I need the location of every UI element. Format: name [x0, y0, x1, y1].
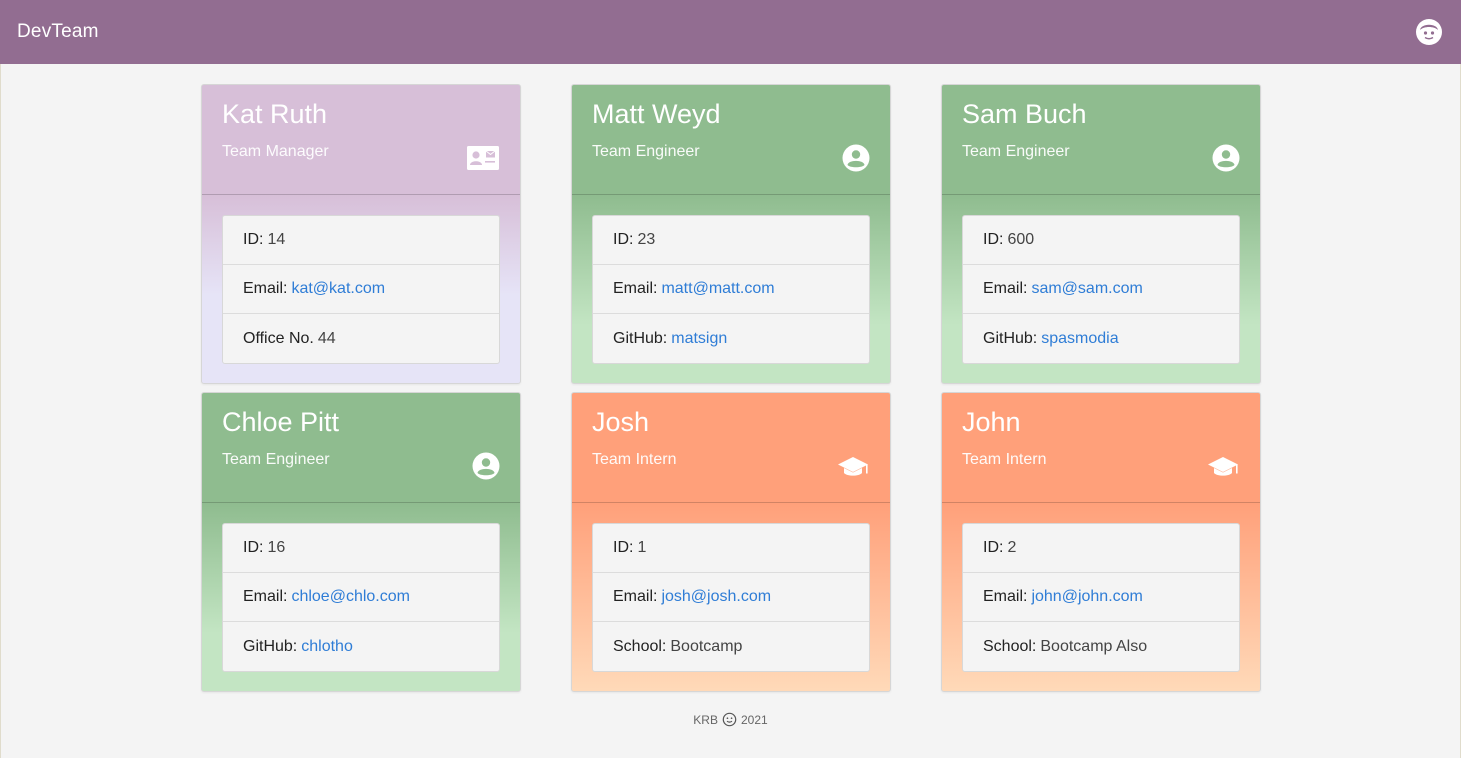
github-label: GitHub: — [613, 329, 668, 347]
github-link[interactable]: chlotho — [301, 638, 353, 656]
account-circle-icon — [842, 144, 870, 172]
brand-title[interactable]: DevTeam — [17, 21, 99, 43]
info-list: ID: 14 Email: kat@kat.com Office No. 44 — [222, 215, 500, 364]
employee-card-intern: Josh Team Intern ID: 1 Email: josh@josh.… — [571, 392, 891, 692]
employee-card-manager: Kat Ruth Team Manager ID: 14 Email: kat@… — [201, 84, 521, 384]
info-id: ID: 14 — [223, 216, 499, 265]
employee-name: Josh — [592, 407, 650, 437]
footer-year: 2021 — [740, 712, 768, 727]
employee-name: Kat Ruth — [222, 99, 328, 129]
info-github: GitHub: matsign — [593, 314, 869, 363]
navbar: DevTeam — [0, 0, 1461, 64]
employee-name: Sam Buch — [962, 99, 1087, 129]
email-label: Email: — [243, 588, 288, 605]
employee-card-intern: John Team Intern ID: 2 Email: john@john.… — [941, 392, 1261, 692]
card-header: Matt Weyd Team Engineer — [572, 85, 890, 195]
employee-role: Team Engineer — [962, 143, 1070, 160]
school-value: Bootcamp Also — [1040, 637, 1148, 655]
email-link[interactable]: john@john.com — [1031, 588, 1142, 606]
id-label: ID: — [243, 231, 264, 248]
info-list: ID: 1 Email: josh@josh.com School: Bootc… — [592, 523, 870, 672]
info-email: Email: kat@kat.com — [223, 265, 499, 314]
email-label: Email: — [613, 280, 658, 297]
info-school: School: Bootcamp — [593, 622, 869, 671]
account-circle-icon — [472, 452, 500, 480]
email-link[interactable]: chloe@chlo.com — [291, 588, 410, 606]
info-email: Email: sam@sam.com — [963, 265, 1239, 314]
school-label: School: — [983, 637, 1037, 655]
info-id: ID: 1 — [593, 524, 869, 573]
id-value: 600 — [1007, 231, 1035, 248]
employee-role: Team Engineer — [222, 451, 330, 468]
id-label: ID: — [613, 539, 634, 556]
school-label: School: — [613, 637, 667, 655]
info-list: ID: 23 Email: matt@matt.com GitHub: mats… — [592, 215, 870, 364]
id-label: ID: — [983, 231, 1004, 248]
smiley-icon — [722, 712, 737, 727]
employee-card-engineer: Sam Buch Team Engineer ID: 600 Email: sa… — [941, 84, 1261, 384]
id-value: 23 — [637, 231, 656, 248]
office-value: 44 — [317, 329, 336, 347]
github-label: GitHub: — [983, 329, 1038, 347]
team-grid: Kat Ruth Team Manager ID: 14 Email: kat@… — [201, 84, 1261, 692]
id-value: 16 — [267, 539, 286, 556]
info-email: Email: matt@matt.com — [593, 265, 869, 314]
id-value: 14 — [267, 231, 286, 248]
card-header: Josh Team Intern — [572, 393, 890, 503]
office-label: Office No. — [243, 329, 314, 347]
info-list: ID: 16 Email: chloe@chlo.com GitHub: chl… — [222, 523, 500, 672]
employee-name: Matt Weyd — [592, 99, 721, 129]
info-github: GitHub: chlotho — [223, 622, 499, 671]
face-icon[interactable] — [1415, 18, 1443, 46]
footer-author: KRB — [693, 712, 718, 727]
account-circle-icon — [1212, 144, 1240, 172]
info-office: Office No. 44 — [223, 314, 499, 363]
info-github: GitHub: spasmodia — [963, 314, 1239, 363]
card-header: Chloe Pitt Team Engineer — [202, 393, 520, 503]
page-border-left — [0, 64, 1, 758]
github-link[interactable]: spasmodia — [1041, 330, 1118, 348]
email-label: Email: — [243, 280, 288, 297]
id-label: ID: — [613, 231, 634, 248]
email-link[interactable]: sam@sam.com — [1031, 280, 1142, 298]
info-id: ID: 23 — [593, 216, 869, 265]
id-value: 1 — [637, 539, 647, 556]
employee-role: Team Manager — [222, 143, 329, 160]
email-label: Email: — [613, 588, 658, 605]
info-list: ID: 600 Email: sam@sam.com GitHub: spasm… — [962, 215, 1240, 364]
employee-role: Team Intern — [962, 451, 1047, 468]
employee-name: Chloe Pitt — [222, 407, 340, 437]
employee-name: John — [962, 407, 1021, 437]
email-label: Email: — [983, 280, 1028, 297]
card-header: Sam Buch Team Engineer — [942, 85, 1260, 195]
graduation-cap-icon — [1208, 457, 1238, 476]
info-email: Email: josh@josh.com — [593, 573, 869, 622]
card-header: Kat Ruth Team Manager — [202, 85, 520, 195]
footer: KRB 2021 — [0, 712, 1461, 727]
info-email: Email: chloe@chlo.com — [223, 573, 499, 622]
email-link[interactable]: kat@kat.com — [291, 280, 385, 298]
info-list: ID: 2 Email: john@john.com School: Bootc… — [962, 523, 1240, 672]
employee-card-engineer: Matt Weyd Team Engineer ID: 23 Email: ma… — [571, 84, 891, 384]
school-value: Bootcamp — [670, 637, 743, 655]
card-header: John Team Intern — [942, 393, 1260, 503]
contact-card-icon — [467, 146, 499, 170]
id-label: ID: — [983, 539, 1004, 556]
info-email: Email: john@john.com — [963, 573, 1239, 622]
graduation-cap-icon — [838, 457, 868, 476]
github-label: GitHub: — [243, 637, 298, 655]
id-label: ID: — [243, 539, 264, 556]
email-link[interactable]: josh@josh.com — [661, 588, 771, 606]
email-label: Email: — [983, 588, 1028, 605]
email-link[interactable]: matt@matt.com — [661, 280, 774, 298]
employee-role: Team Engineer — [592, 143, 700, 160]
employee-role: Team Intern — [592, 451, 677, 468]
employee-card-engineer: Chloe Pitt Team Engineer ID: 16 Email: c… — [201, 392, 521, 692]
github-link[interactable]: matsign — [671, 330, 727, 348]
id-value: 2 — [1007, 539, 1017, 556]
info-id: ID: 16 — [223, 524, 499, 573]
info-school: School: Bootcamp Also — [963, 622, 1239, 671]
info-id: ID: 2 — [963, 524, 1239, 573]
info-id: ID: 600 — [963, 216, 1239, 265]
